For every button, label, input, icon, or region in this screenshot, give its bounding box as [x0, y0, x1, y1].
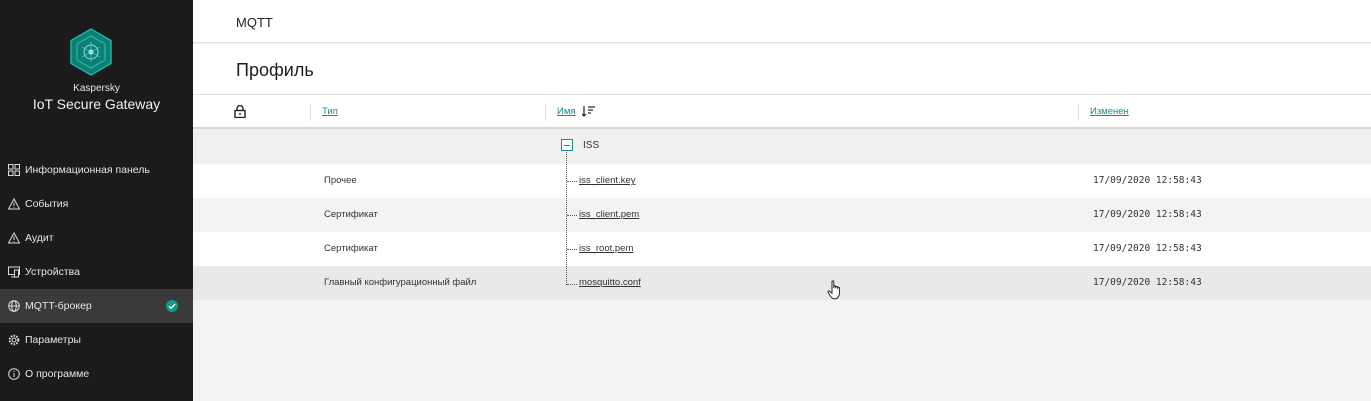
cell-modified: 17/09/2020 12:58:43 — [1093, 243, 1202, 254]
main-content: MQTT Профиль Тип Имя Изменен ISS Прочее … — [193, 0, 1371, 401]
warning-triangle-icon — [8, 232, 20, 244]
cell-modified: 17/09/2020 12:58:43 — [1093, 175, 1202, 186]
sidebar-item-label: Устройства — [25, 266, 80, 278]
tree-connector — [566, 152, 567, 285]
tree-connector — [567, 284, 577, 285]
cell-type: Главный конфигурационный файл — [324, 277, 477, 288]
globe-icon — [8, 300, 20, 312]
sidebar-item-about[interactable]: О программе — [0, 357, 193, 391]
column-separator — [1078, 103, 1079, 121]
cell-name-link[interactable]: mosquitto.conf — [579, 277, 641, 288]
table-row[interactable]: Сертификат iss_client.pem 17/09/2020 12:… — [193, 198, 1371, 232]
sidebar: Kaspersky IoT Secure Gateway Информацион… — [0, 0, 193, 401]
column-separator — [545, 103, 546, 121]
topbar-title: MQTT — [236, 15, 273, 30]
tree-connector — [567, 181, 577, 182]
dashboard-icon — [8, 164, 20, 176]
sidebar-nav: Информационная панель События Аудит Устр… — [0, 153, 193, 391]
cell-name-link[interactable]: iss_client.key — [579, 175, 636, 186]
sidebar-item-label: Аудит — [25, 232, 54, 244]
sidebar-item-events[interactable]: События — [0, 187, 193, 221]
tree-connector — [567, 215, 577, 216]
table-row[interactable]: Прочее iss_client.key 17/09/2020 12:58:4… — [193, 164, 1371, 198]
sidebar-item-label: Параметры — [25, 334, 81, 346]
topbar: MQTT — [193, 0, 1371, 43]
cell-name-link[interactable]: iss_root.pem — [579, 243, 633, 254]
kaspersky-hexagon-icon — [70, 28, 112, 76]
collapse-icon[interactable] — [561, 139, 573, 151]
column-separator — [310, 103, 311, 121]
table-group-row: ISS — [193, 129, 1371, 163]
column-header-name[interactable]: Имя — [557, 106, 576, 117]
hand-cursor-icon — [827, 280, 840, 300]
table-header: Тип Имя Изменен — [193, 94, 1371, 129]
cell-name-link[interactable]: iss_client.pem — [579, 209, 639, 220]
sort-ascending-icon[interactable] — [582, 105, 595, 117]
brand-product: IoT Secure Gateway — [32, 96, 161, 112]
sidebar-item-label: События — [25, 198, 69, 210]
brand-vendor: Kaspersky — [73, 83, 120, 94]
sidebar-item-label: Информационная панель — [25, 164, 150, 176]
sidebar-item-settings[interactable]: Параметры — [0, 323, 193, 357]
tree-connector — [567, 249, 577, 250]
check-icon — [166, 300, 178, 312]
page-header: Профиль — [193, 44, 1371, 94]
warning-triangle-icon — [8, 198, 20, 210]
column-header-type[interactable]: Тип — [322, 106, 338, 117]
table-row[interactable]: Сертификат iss_root.pem 17/09/2020 12:58… — [193, 232, 1371, 266]
sidebar-item-label: MQTT-брокер — [25, 300, 92, 312]
cell-modified: 17/09/2020 12:58:43 — [1093, 209, 1202, 220]
cell-type: Сертификат — [324, 209, 378, 220]
page-title: Профиль — [236, 60, 314, 80]
cell-type: Сертификат — [324, 243, 378, 254]
info-icon — [8, 368, 20, 380]
table-row[interactable]: Главный конфигурационный файл mosquitto.… — [193, 266, 1371, 300]
sidebar-item-audit[interactable]: Аудит — [0, 221, 193, 255]
sidebar-item-mqtt-broker[interactable]: MQTT-брокер — [0, 289, 193, 323]
gear-icon — [8, 334, 20, 346]
sidebar-item-dashboard[interactable]: Информационная панель — [0, 153, 193, 187]
lock-icon — [234, 105, 246, 118]
sidebar-item-devices[interactable]: Устройства — [0, 255, 193, 289]
group-label: ISS — [583, 140, 600, 151]
cell-type: Прочее — [324, 175, 357, 186]
column-header-modified[interactable]: Изменен — [1090, 106, 1129, 117]
sidebar-item-label: О программе — [25, 368, 90, 380]
cell-modified: 17/09/2020 12:58:43 — [1093, 277, 1202, 288]
devices-icon — [8, 266, 20, 278]
